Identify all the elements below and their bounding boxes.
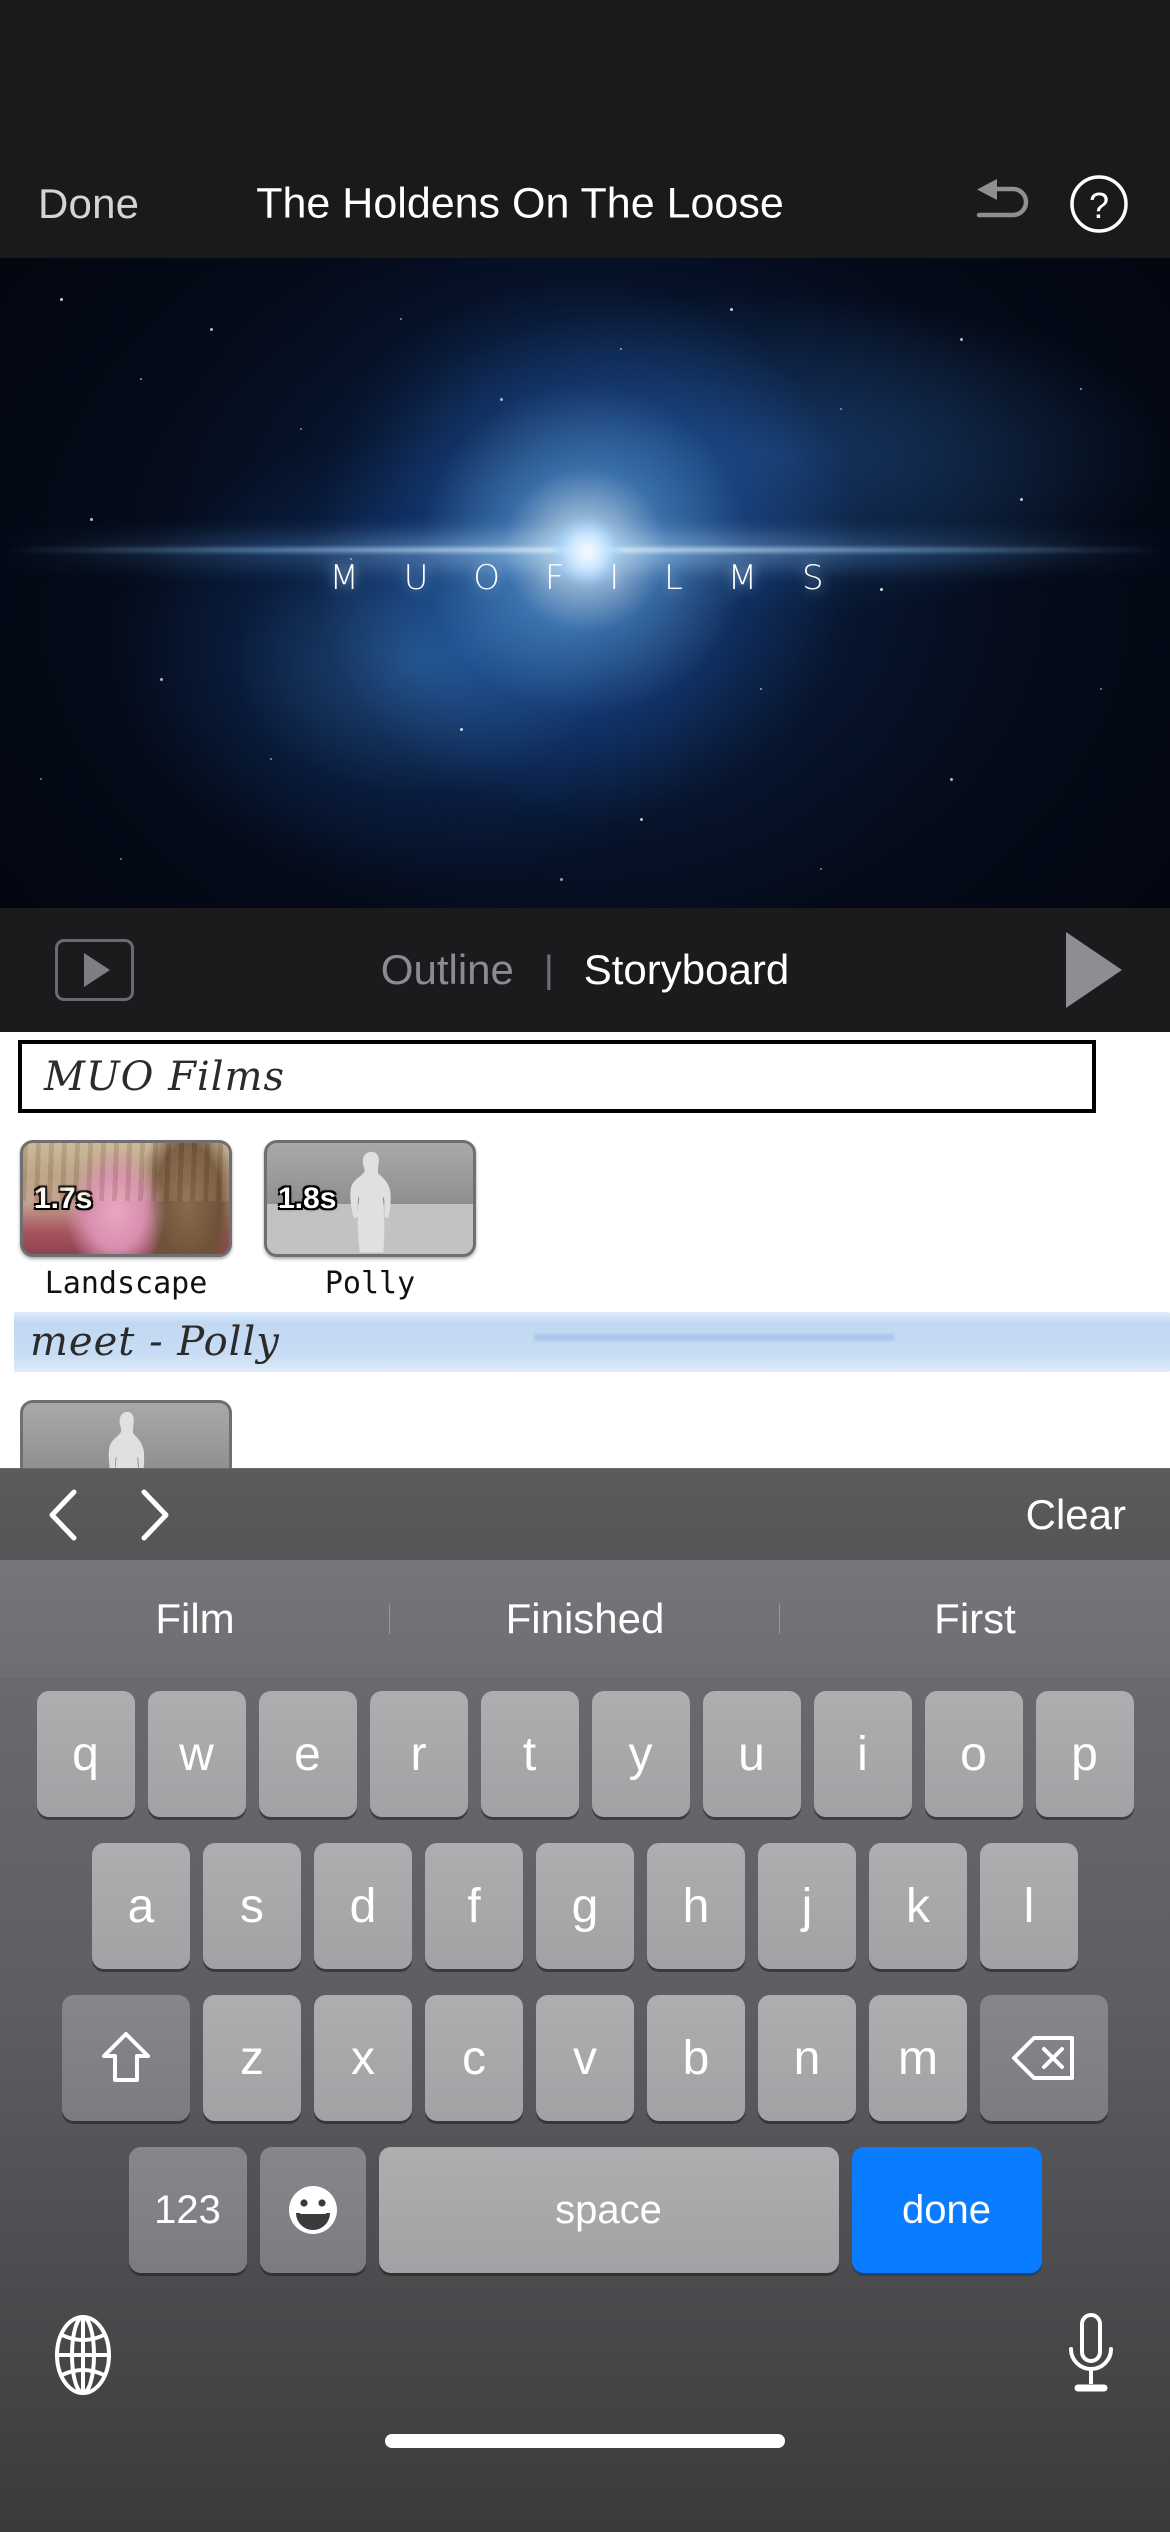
suggestion-item[interactable]: First — [780, 1595, 1170, 1643]
key-e[interactable]: e — [258, 1691, 357, 1817]
shot-thumbnail-landscape[interactable]: 1.7s — [20, 1140, 232, 1257]
key-p[interactable]: p — [1035, 1691, 1134, 1817]
keyboard-row-2: a s d f g h j k l — [0, 1840, 1170, 1972]
shift-arrow-icon — [102, 2032, 150, 2082]
tab-storyboard[interactable]: Storyboard — [554, 946, 819, 994]
keyboard-accessory-bar: Clear — [0, 1468, 1170, 1560]
shot-item[interactable]: 1.7s Landscape — [20, 1140, 232, 1301]
shot-item[interactable]: 1.8s Polly — [264, 1140, 476, 1301]
emoji-key[interactable] — [259, 2147, 366, 2273]
undo-icon[interactable] — [973, 175, 1035, 233]
key-k[interactable]: k — [869, 1843, 967, 1969]
keyboard-row-1: q w e r t y u i o p — [0, 1688, 1170, 1820]
key-i[interactable]: i — [813, 1691, 912, 1817]
play-triangle-icon[interactable] — [1066, 932, 1122, 1008]
chevron-right-icon[interactable] — [134, 1488, 174, 1542]
tab-divider: | — [543, 948, 554, 991]
clear-button[interactable]: Clear — [1026, 1491, 1126, 1539]
key-u[interactable]: u — [702, 1691, 801, 1817]
key-g[interactable]: g — [536, 1843, 634, 1969]
shot-thumbnail-polly[interactable]: 1.8s — [264, 1140, 476, 1257]
shot-duration: 1.8s — [278, 1181, 337, 1215]
key-c[interactable]: c — [425, 1995, 523, 2121]
suggestion-item[interactable]: Finished — [390, 1595, 780, 1643]
key-a[interactable]: a — [92, 1843, 190, 1969]
keyboard-row-3: z x c v b n m — [0, 1992, 1170, 2124]
space-key[interactable]: space — [378, 2147, 839, 2273]
key-x[interactable]: x — [314, 1995, 412, 2121]
shot-thumbnail-partial[interactable] — [20, 1400, 232, 1468]
shot-thumbnail-row: 1.7s Landscape 1.8s Polly — [20, 1140, 476, 1301]
suggestion-label: First — [934, 1595, 1016, 1642]
microphone-icon[interactable] — [1064, 2312, 1118, 2398]
key-y[interactable]: y — [591, 1691, 690, 1817]
key-o[interactable]: o — [924, 1691, 1023, 1817]
key-w[interactable]: w — [147, 1691, 246, 1817]
suggestion-item[interactable]: Film — [0, 1595, 390, 1643]
suggestion-label: Finished — [505, 1595, 665, 1642]
phone-screen: Done The Holdens On The Loose ? M U O F … — [0, 0, 1170, 2532]
key-s[interactable]: s — [203, 1843, 301, 1969]
smiley-face-icon — [288, 2186, 337, 2234]
shot-duration: 1.7s — [34, 1181, 93, 1215]
key-v[interactable]: v — [536, 1995, 634, 2121]
on-screen-keyboard: q w e r t y u i o p a s d f g h j k l z … — [0, 1678, 1170, 2532]
keyboard-footer — [0, 2292, 1170, 2472]
title-input[interactable]: MUO Films — [18, 1040, 1096, 1113]
key-h[interactable]: h — [647, 1843, 745, 1969]
status-bar — [0, 0, 1170, 150]
key-r[interactable]: r — [369, 1691, 468, 1817]
key-l[interactable]: l — [980, 1843, 1078, 1969]
home-indicator — [385, 2434, 785, 2448]
backspace-key[interactable] — [980, 1995, 1108, 2121]
chevron-left-icon[interactable] — [44, 1488, 84, 1542]
view-mode-tabs: Outline | Storyboard — [0, 946, 1170, 994]
key-z[interactable]: z — [203, 1995, 301, 2121]
key-m[interactable]: m — [869, 1995, 967, 2121]
preview-logo-text: M U O F I L M S — [329, 558, 841, 598]
shift-key[interactable] — [62, 1995, 190, 2121]
key-f[interactable]: f — [425, 1843, 523, 1969]
keyboard-row-4: 123 space done — [0, 2144, 1170, 2276]
title-input-value: MUO Films — [44, 1053, 285, 1100]
key-d[interactable]: d — [314, 1843, 412, 1969]
tab-outline[interactable]: Outline — [351, 946, 544, 994]
suggestion-label: Film — [155, 1595, 235, 1642]
keyboard-done-key[interactable]: done — [851, 2147, 1042, 2273]
person-silhouette-icon — [350, 1151, 391, 1253]
shot-label: Landscape — [44, 1266, 208, 1301]
shot-label: Polly — [324, 1266, 416, 1301]
person-silhouette-icon — [108, 1411, 145, 1468]
key-j[interactable]: j — [758, 1843, 856, 1969]
scene-description-text: meet - Polly — [30, 1319, 280, 1365]
video-preview[interactable]: M U O F I L M S — [0, 258, 1170, 908]
numbers-key[interactable]: 123 — [128, 2147, 247, 2273]
globe-icon[interactable] — [52, 2314, 114, 2396]
predictive-text-bar: Film Finished First — [0, 1560, 1170, 1678]
preview-toolbar: Outline | Storyboard — [0, 908, 1170, 1032]
help-icon[interactable]: ? — [1068, 173, 1130, 235]
scene-description-strip[interactable]: meet - Polly — [14, 1312, 1170, 1372]
key-t[interactable]: t — [480, 1691, 579, 1817]
key-q[interactable]: q — [36, 1691, 135, 1817]
key-b[interactable]: b — [647, 1995, 745, 2121]
key-n[interactable]: n — [758, 1995, 856, 2121]
storyboard-sheet: MUO Films 1.7s Landscape 1.8s Polly meet… — [0, 1032, 1170, 1468]
backspace-icon — [1012, 2036, 1074, 2080]
navigation-bar: Done The Holdens On The Loose ? — [0, 150, 1170, 258]
svg-text:?: ? — [1089, 185, 1109, 226]
